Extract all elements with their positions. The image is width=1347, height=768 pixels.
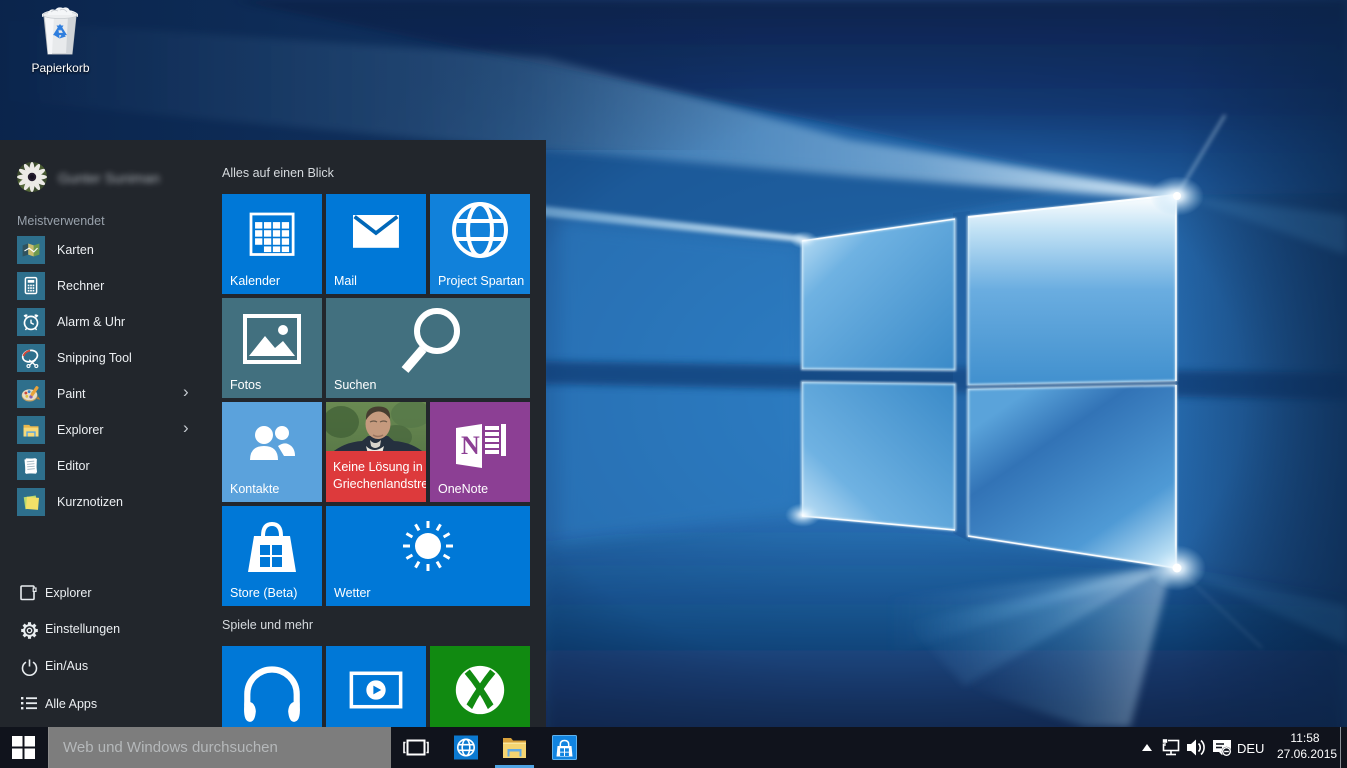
svg-text:Keine Lösung in: Keine Lösung in — [333, 460, 423, 474]
svg-text:N: N — [461, 431, 480, 460]
svg-text:Griechenlandstrei: Griechenlandstrei — [333, 477, 426, 491]
